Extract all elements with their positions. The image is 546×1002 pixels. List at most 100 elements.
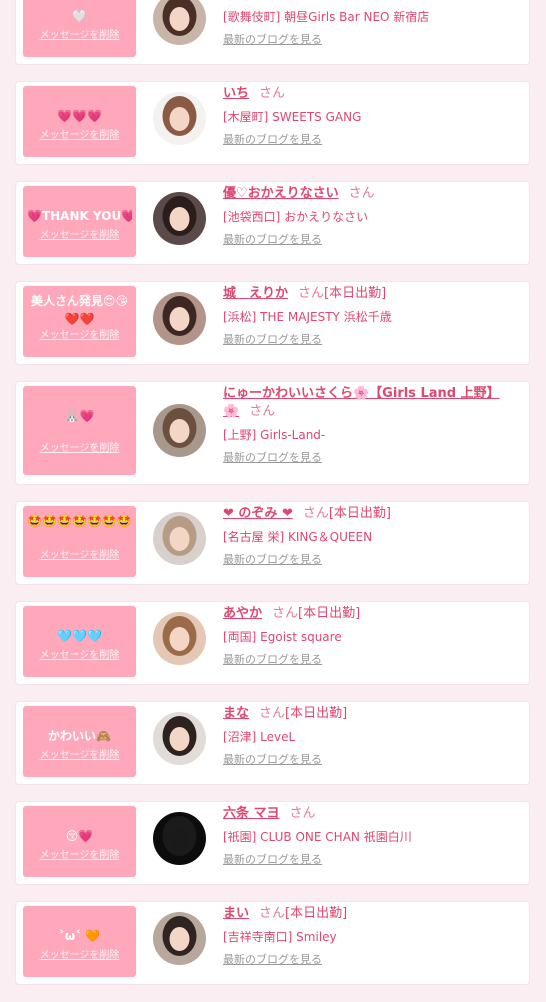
honorific: さん: [272, 606, 299, 621]
avatar[interactable]: [153, 512, 206, 565]
honorific: さん: [302, 506, 329, 521]
message-box: 美人さん発見😍😘❤️❤️ メッセージを削除: [23, 286, 136, 357]
message-box: ˃ω˂ 🧡 メッセージを削除: [23, 906, 136, 977]
cast-name-link[interactable]: あやか: [223, 606, 262, 621]
latest-blog-link[interactable]: 最新のブログを見る: [223, 332, 322, 348]
message-text: 🤍: [72, 9, 87, 23]
cast-name-link[interactable]: いち: [223, 86, 249, 101]
honorific: さん: [249, 404, 276, 419]
latest-blog-link[interactable]: 最新のブログを見る: [223, 232, 322, 248]
avatar-face: [169, 527, 190, 551]
latest-blog-link[interactable]: 最新のブログを見る: [223, 752, 322, 768]
delete-message-link[interactable]: メッセージを削除: [23, 226, 136, 241]
honorific: さん: [348, 186, 375, 201]
entry-card: 美人さん発見😍😘❤️❤️ メッセージを削除 城 えりか さん[本日出勤] [浜松]…: [16, 282, 529, 364]
honorific: さん: [259, 706, 286, 721]
cast-name-link[interactable]: 六条 マヨ: [223, 806, 280, 821]
message-text: 🐰💗: [64, 409, 95, 423]
cast-name-link[interactable]: まい: [223, 906, 249, 921]
avatar-face: [169, 107, 190, 131]
message-box: 😚💗 メッセージを削除: [23, 806, 136, 877]
latest-blog-link[interactable]: 最新のブログを見る: [223, 132, 322, 148]
delete-message-link[interactable]: メッセージを削除: [23, 546, 136, 561]
message-box: 🤩🤩🤩🤩🤩🤩🤩 メッセージを削除: [23, 506, 136, 577]
entry-info: せな さん[本日出勤] [歌舞伎町] 朝昼Girls Bar NEO 新宿店 最新…: [223, 0, 523, 48]
delete-message-link[interactable]: メッセージを削除: [23, 846, 136, 861]
entry-info: ❤︎ のぞみ ❤︎ さん[本日出勤] [名古屋 栄] KING＆QUEEN 最新の…: [223, 505, 523, 568]
avatar[interactable]: [153, 92, 206, 145]
name-line: 六条 マヨ さん: [223, 805, 523, 823]
entry-card: 💗💗💗 メッセージを削除 いち さん [木屋町] SWEETS GANG 最新のブ…: [16, 82, 529, 164]
avatar-photo-icon: [153, 192, 206, 245]
avatar-face: [169, 307, 190, 331]
honorific: さん: [259, 906, 286, 921]
shift-status: [本日出勤]: [324, 286, 387, 301]
entry-card: 😚💗 メッセージを削除 六条 マヨ さん [祇園] CLUB ONE CHAN 祇…: [16, 802, 529, 884]
shop-name: [上野] Girls-Land-: [223, 428, 326, 442]
shop-name: [両国] Egoist square: [223, 630, 342, 644]
shop-name: [吉祥寺南口] Smiley: [223, 930, 337, 944]
entry-info: 城 えりか さん[本日出勤] [浜松] THE MAJESTY 浜松千歳 最新のブ…: [223, 285, 523, 348]
message-text: 💗THANK YOU💗: [27, 209, 132, 223]
avatar-face: [169, 827, 190, 851]
shop-name: [沼津] LeveL: [223, 730, 296, 744]
delete-message-link[interactable]: メッセージを削除: [23, 26, 136, 41]
latest-blog-link[interactable]: 最新のブログを見る: [223, 450, 322, 466]
delete-message-link[interactable]: メッセージを削除: [23, 646, 136, 661]
avatar-face: [169, 627, 190, 651]
message-box: 🤍 メッセージを削除: [23, 0, 136, 57]
delete-message-link[interactable]: メッセージを削除: [23, 326, 136, 341]
avatar[interactable]: [153, 612, 206, 665]
message-text: 🩵🩵🩵: [57, 629, 102, 643]
avatar[interactable]: [153, 0, 206, 45]
cast-name-link[interactable]: 優♡おかえりなさい: [223, 186, 339, 201]
cast-name-link[interactable]: ❤︎ のぞみ ❤︎: [223, 506, 293, 521]
name-line: せな さん[本日出勤]: [223, 0, 523, 3]
latest-blog-link[interactable]: 最新のブログを見る: [223, 32, 322, 48]
delete-message-link[interactable]: メッセージを削除: [23, 946, 136, 961]
cast-name-link[interactable]: 城 えりか: [223, 286, 288, 301]
avatar[interactable]: [153, 912, 206, 965]
avatar-photo-icon: [153, 812, 206, 865]
shift-status: [本日出勤]: [285, 906, 348, 921]
avatar[interactable]: [153, 812, 206, 865]
message-text: 💗💗💗: [57, 109, 102, 123]
avatar-face: [169, 927, 190, 951]
name-line: 優♡おかえりなさい さん: [223, 185, 523, 203]
entry-info: いち さん [木屋町] SWEETS GANG 最新のブログを見る: [223, 85, 523, 148]
entry-info: あやか さん[本日出勤] [両国] Egoist square 最新のブログを見る: [223, 605, 523, 668]
delete-message-link[interactable]: メッセージを削除: [23, 126, 136, 141]
message-box: 💗THANK YOU💗 メッセージを削除: [23, 186, 136, 257]
cast-name-link[interactable]: せな: [223, 0, 249, 1]
entry-card: 🐰💗 メッセージを削除 にゅーかわいいさくら🌸【Girls Land 上野】🌸 さ…: [16, 382, 529, 484]
message-text: 🤩🤩🤩🤩🤩🤩🤩: [27, 514, 132, 528]
delete-message-link[interactable]: メッセージを削除: [23, 439, 136, 454]
name-line: あやか さん[本日出勤]: [223, 605, 523, 623]
avatar-photo-icon: [153, 712, 206, 765]
avatar[interactable]: [153, 712, 206, 765]
shop-name: [池袋西口] おかえりなさい: [223, 210, 369, 224]
avatar[interactable]: [153, 292, 206, 345]
avatar-photo-icon: [153, 612, 206, 665]
avatar-photo-icon: [153, 292, 206, 345]
delete-message-link[interactable]: メッセージを削除: [23, 746, 136, 761]
avatar-face: [169, 727, 190, 751]
avatar[interactable]: [153, 192, 206, 245]
honorific: さん: [289, 806, 316, 821]
avatar[interactable]: [153, 404, 206, 457]
shift-status: [本日出勤]: [298, 606, 361, 621]
entry-info: まな さん[本日出勤] [沼津] LeveL 最新のブログを見る: [223, 705, 523, 768]
cast-name-link[interactable]: まな: [223, 706, 249, 721]
latest-blog-link[interactable]: 最新のブログを見る: [223, 852, 322, 868]
message-text: 美人さん発見😍😘❤️❤️: [30, 294, 129, 326]
latest-blog-link[interactable]: 最新のブログを見る: [223, 652, 322, 668]
avatar-photo-icon: [153, 0, 206, 45]
name-line: にゅーかわいいさくら🌸【Girls Land 上野】🌸 さん: [223, 385, 513, 421]
entry-card: 🤩🤩🤩🤩🤩🤩🤩 メッセージを削除 ❤︎ のぞみ ❤︎ さん[本日出勤] [名古屋 …: [16, 502, 529, 584]
message-box: かわいい🙈 メッセージを削除: [23, 706, 136, 777]
latest-blog-link[interactable]: 最新のブログを見る: [223, 952, 322, 968]
latest-blog-link[interactable]: 最新のブログを見る: [223, 552, 322, 568]
avatar-photo-icon: [153, 512, 206, 565]
message-box: 💗💗💗 メッセージを削除: [23, 86, 136, 157]
shift-status: [本日出勤]: [328, 506, 392, 521]
